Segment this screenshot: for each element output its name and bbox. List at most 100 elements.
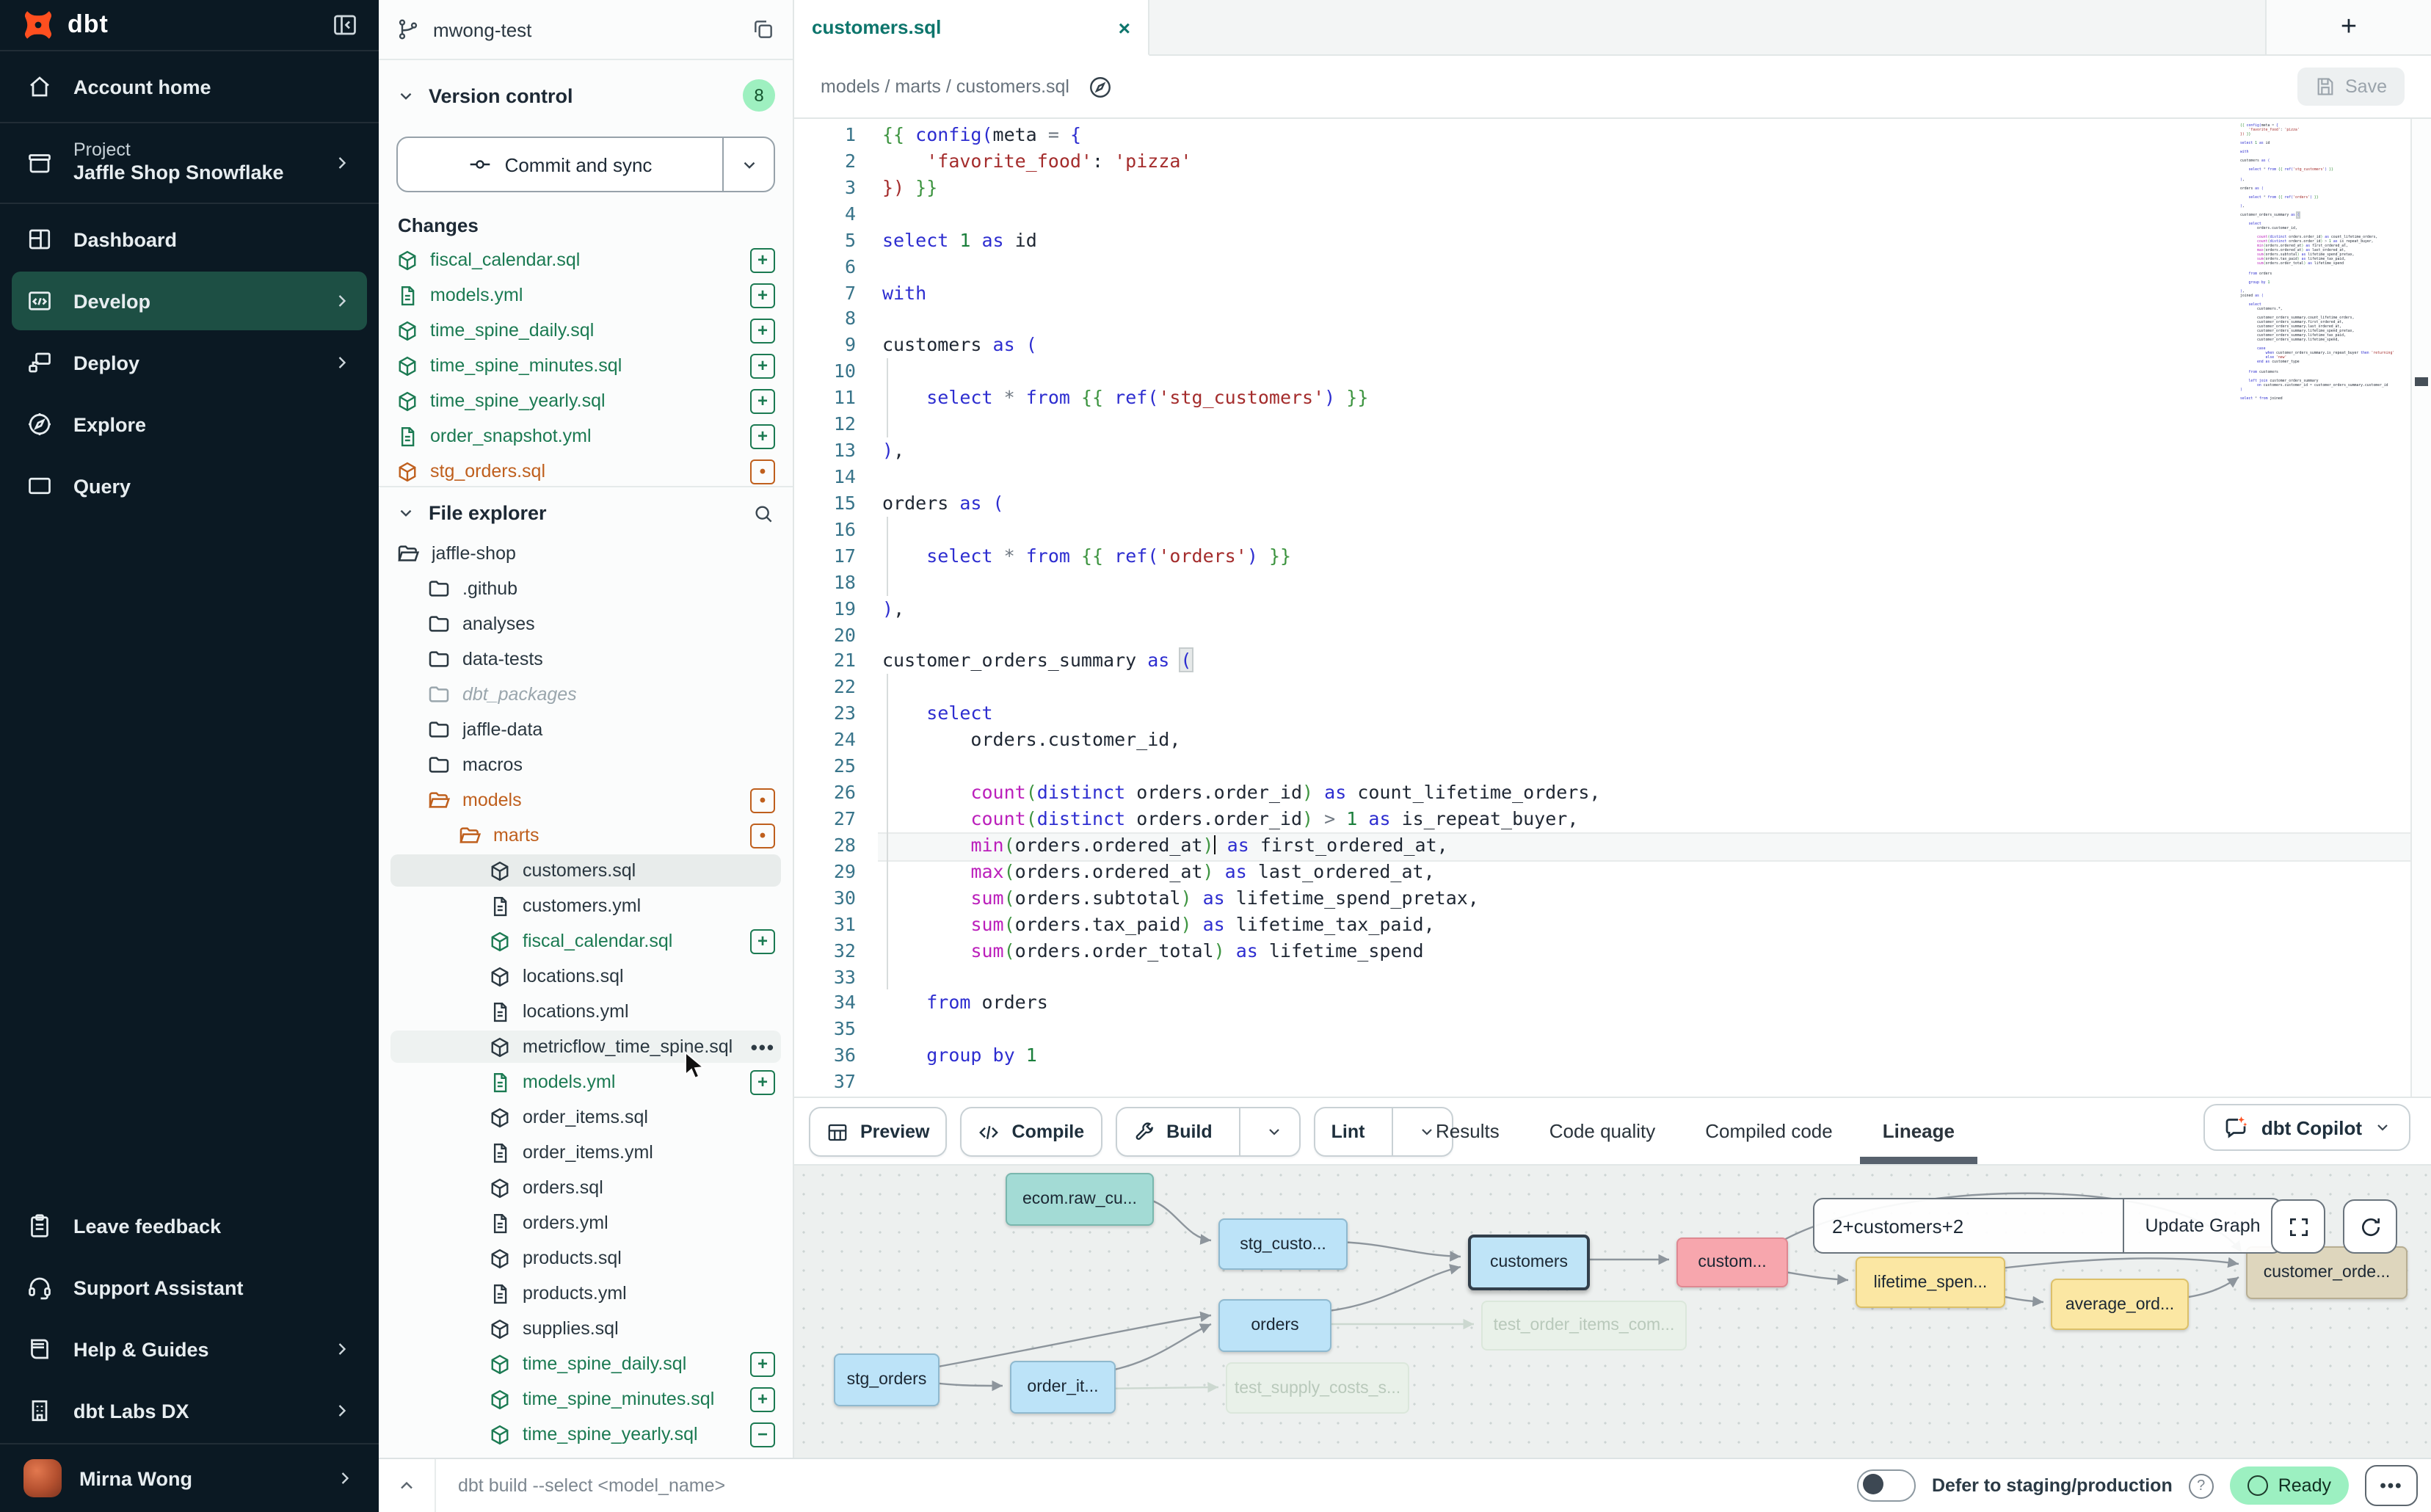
version-control-header[interactable]: Version control 8: [379, 70, 793, 120]
editor-scrollbar[interactable]: [2410, 119, 2431, 1097]
lint-options-dropdown[interactable]: [1405, 1123, 1436, 1141]
tree-item-customers.yml[interactable]: customers.yml: [390, 890, 781, 922]
stage-file-icon[interactable]: +: [750, 353, 775, 378]
tree-item-orders.sql[interactable]: orders.sql: [390, 1171, 781, 1204]
tree-item-models.yml[interactable]: models.yml+: [390, 1066, 781, 1098]
modified-indicator-icon[interactable]: •: [750, 823, 775, 848]
change-item-time_spine_minutes.sql[interactable]: time_spine_minutes.sql+: [390, 349, 781, 382]
stage-file-icon[interactable]: +: [750, 247, 775, 272]
new-tab-button[interactable]: +: [2265, 0, 2431, 54]
sidebar-item-explore[interactable]: Explore: [12, 395, 367, 454]
unstage-file-icon[interactable]: −: [750, 1422, 775, 1447]
refresh-button[interactable]: [2343, 1199, 2397, 1254]
tree-item-customers.sql[interactable]: customers.sql: [390, 854, 781, 887]
lineage-node-test-order-items[interactable]: test_order_items_com...: [1481, 1301, 1687, 1351]
stage-file-icon[interactable]: +: [750, 1069, 775, 1094]
commit-and-sync-button[interactable]: Commit and sync: [396, 137, 775, 192]
tree-item-fiscal_calendar.sql[interactable]: fiscal_calendar.sql+: [390, 925, 781, 957]
tab-customers-sql[interactable]: customers.sql ×: [794, 0, 1149, 56]
lineage-node-stg-customers[interactable]: stg_custo...: [1218, 1218, 1348, 1270]
stage-file-icon[interactable]: +: [750, 318, 775, 343]
sidebar-item-dashboard[interactable]: Dashboard: [12, 210, 367, 269]
lineage-node-orders[interactable]: orders: [1218, 1299, 1331, 1352]
change-item-stg_orders.sql[interactable]: stg_orders.sql•: [390, 455, 781, 486]
tree-item-metricflow_time_spine.sql[interactable]: metricflow_time_spine.sql•••: [390, 1031, 781, 1063]
results-tab-lineage[interactable]: Lineage: [1883, 1120, 1955, 1142]
file-options-icon[interactable]: •••: [751, 1036, 775, 1058]
scrollbar-thumb[interactable]: [2415, 377, 2428, 386]
expand-command-bar-icon[interactable]: [379, 1459, 436, 1512]
stage-file-icon[interactable]: +: [750, 928, 775, 953]
lineage-node-test-supply[interactable]: test_supply_costs_s...: [1226, 1362, 1409, 1414]
tree-item-time_spine_minutes.sql[interactable]: time_spine_minutes.sql+: [390, 1383, 781, 1415]
more-options-button[interactable]: •••: [2365, 1465, 2418, 1506]
tree-item-order_items.sql[interactable]: order_items.sql: [390, 1101, 781, 1133]
stage-file-icon[interactable]: +: [750, 283, 775, 308]
build-options-dropdown[interactable]: [1252, 1123, 1283, 1141]
lint-button[interactable]: Lint: [1314, 1107, 1453, 1157]
tree-item-locations.yml[interactable]: locations.yml: [390, 995, 781, 1028]
commit-options-dropdown[interactable]: [724, 138, 774, 191]
tree-item-products.yml[interactable]: products.yml: [390, 1277, 781, 1309]
tree-item-orders.yml[interactable]: orders.yml: [390, 1207, 781, 1239]
update-graph-button[interactable]: Update Graph: [2124, 1199, 2281, 1252]
lineage-node-order-items[interactable]: order_it...: [1010, 1361, 1116, 1414]
tree-item-jaffle-shop[interactable]: jaffle-shop: [390, 537, 781, 570]
sidebar-item-project[interactable]: ProjectJaffle Shop Snowflake: [12, 129, 367, 197]
tree-item-supplies.sql[interactable]: supplies.sql: [390, 1312, 781, 1345]
lineage-node-customer-orders[interactable]: customer_orde...: [2246, 1246, 2408, 1299]
change-item-fiscal_calendar.sql[interactable]: fiscal_calendar.sql+: [390, 244, 781, 276]
tree-item-products.sql[interactable]: products.sql: [390, 1242, 781, 1274]
results-tab-compiled-code[interactable]: Compiled code: [1705, 1120, 1832, 1142]
dbt-copilot-button[interactable]: dbt Copilot: [2204, 1104, 2410, 1151]
lineage-node-stg-orders[interactable]: stg_orders: [834, 1353, 940, 1406]
status-badge[interactable]: Ready: [2230, 1466, 2349, 1505]
lineage-node-customers[interactable]: customers: [1468, 1235, 1590, 1290]
lineage-node-ecom-raw[interactable]: ecom.raw_cu...: [1006, 1173, 1154, 1226]
lineage-compass-icon[interactable]: [1087, 74, 1112, 99]
stage-file-icon[interactable]: +: [750, 424, 775, 448]
stage-file-icon[interactable]: +: [750, 1386, 775, 1411]
sidebar-item-query[interactable]: Query: [12, 457, 367, 515]
tree-item-time_spine_daily.sql[interactable]: time_spine_daily.sql+: [390, 1348, 781, 1380]
change-item-models.yml[interactable]: models.yml+: [390, 279, 781, 311]
results-tab-code-quality[interactable]: Code quality: [1549, 1120, 1656, 1142]
sidebar-item-support-assistant[interactable]: Support Assistant: [12, 1258, 367, 1317]
tree-item-.github[interactable]: .github: [390, 573, 781, 605]
command-input[interactable]: dbt build --select <model_name>: [436, 1475, 725, 1496]
search-icon[interactable]: [752, 501, 775, 525]
tree-item-macros[interactable]: macros: [390, 749, 781, 781]
save-button[interactable]: Save: [2297, 68, 2405, 106]
sidebar-item-deploy[interactable]: Deploy: [12, 333, 367, 392]
sidebar-item-help-guides[interactable]: Help & Guides: [12, 1320, 367, 1378]
lineage-selector-input[interactable]: 2+customers+2: [1814, 1199, 2124, 1252]
change-item-time_spine_daily.sql[interactable]: time_spine_daily.sql+: [390, 314, 781, 346]
file-explorer-header[interactable]: File explorer: [379, 486, 793, 539]
tree-item-marts[interactable]: marts•: [390, 819, 781, 851]
change-item-order_snapshot.yml[interactable]: order_snapshot.yml+: [390, 420, 781, 452]
help-icon[interactable]: ?: [2189, 1473, 2214, 1498]
tree-item-order_items.yml[interactable]: order_items.yml: [390, 1136, 781, 1168]
sidebar-item-leave-feedback[interactable]: Leave feedback: [12, 1196, 367, 1255]
modified-indicator-icon[interactable]: •: [750, 459, 775, 484]
stage-file-icon[interactable]: +: [750, 1351, 775, 1376]
code-content[interactable]: {{ config(meta = { 'favorite_food': 'piz…: [882, 122, 2410, 1095]
tree-item-jaffle-data[interactable]: jaffle-data: [390, 713, 781, 746]
lineage-canvas[interactable]: ecom.raw_cu... stg_custo... customers custo…: [794, 1164, 2431, 1458]
preview-button[interactable]: Preview: [809, 1107, 948, 1157]
sidebar-item-dbt-labs-dx[interactable]: dbt Labs DX: [12, 1381, 367, 1440]
tree-item-models[interactable]: models•: [390, 784, 781, 816]
defer-toggle[interactable]: [1857, 1469, 1916, 1502]
user-menu[interactable]: Mirna Wong: [0, 1444, 379, 1512]
results-tab-results[interactable]: Results: [1436, 1120, 1500, 1142]
sidebar-item-account-home[interactable]: Account home: [12, 57, 367, 116]
modified-indicator-icon[interactable]: •: [750, 788, 775, 813]
lineage-node-lifetime-spend[interactable]: lifetime_spen...: [1856, 1257, 2005, 1308]
lineage-node-average-order[interactable]: average_ord...: [2051, 1279, 2189, 1330]
tree-item-time_spine_yearly.sql[interactable]: time_spine_yearly.sql−: [390, 1418, 781, 1450]
tree-item-dbt_packages[interactable]: dbt_packages: [390, 678, 781, 710]
code-editor[interactable]: 1234567891011121314151617181920212223242…: [794, 119, 2431, 1097]
copy-icon[interactable]: [752, 18, 775, 41]
build-button[interactable]: Build: [1115, 1107, 1301, 1157]
stage-file-icon[interactable]: +: [750, 388, 775, 413]
